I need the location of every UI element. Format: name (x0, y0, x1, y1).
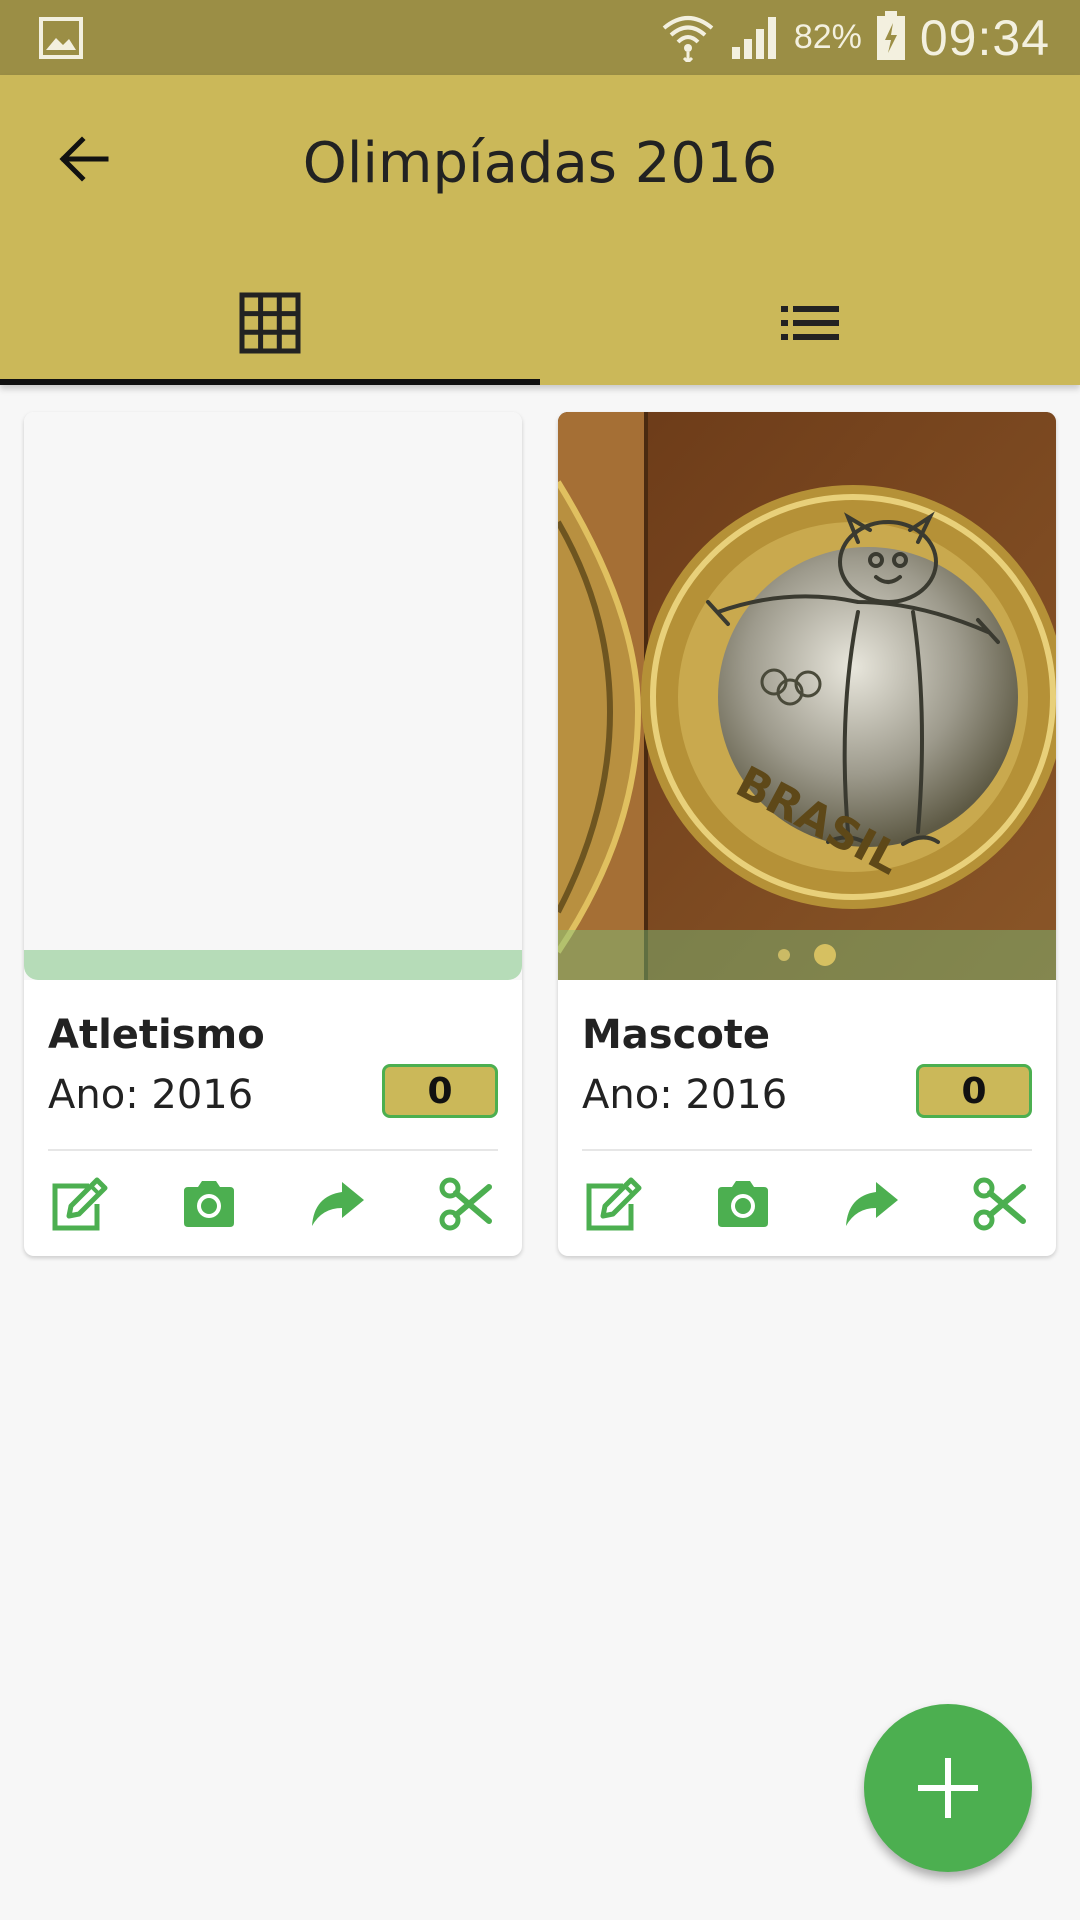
share-button[interactable] (305, 1172, 369, 1236)
clock: 09:34 (919, 9, 1050, 66)
card-actions (48, 1172, 498, 1236)
plus-icon (918, 1758, 978, 1818)
count-badge: 0 (916, 1064, 1032, 1118)
tab-list-view[interactable] (540, 260, 1080, 385)
card-title: Mascote (582, 1012, 771, 1058)
edit-icon (52, 1177, 108, 1231)
carousel-indicator[interactable] (558, 944, 1056, 966)
page-title: Olimpíadas 2016 (302, 131, 778, 196)
card-image-placeholder[interactable] (24, 412, 522, 980)
divider (582, 1149, 1032, 1151)
camera-icon (717, 1181, 768, 1227)
coin-photo[interactable]: BRASIL (558, 412, 1056, 980)
battery-percent: 82% (793, 18, 862, 56)
camera-icon (183, 1181, 234, 1227)
divider (48, 1149, 498, 1151)
card-actions (582, 1172, 1032, 1236)
album-card[interactable]: BRASIL Mascote Ano: 2016 0 (558, 412, 1056, 1256)
tab-grid-view[interactable] (0, 260, 540, 385)
carousel-dot[interactable] (778, 949, 790, 961)
gallery-icon (38, 16, 84, 60)
card-year: Ano: 2016 (582, 1072, 788, 1118)
scissors-icon (439, 1177, 492, 1231)
album-card[interactable]: Atletismo Ano: 2016 0 (24, 412, 522, 1256)
cut-button[interactable] (968, 1172, 1032, 1236)
image-indicator-band (24, 950, 522, 980)
share-button[interactable] (839, 1172, 903, 1236)
edit-icon (586, 1177, 642, 1231)
share-icon (312, 1182, 365, 1226)
camera-button[interactable] (711, 1172, 775, 1236)
wifi-icon (660, 10, 716, 66)
edit-button[interactable] (48, 1172, 112, 1236)
status-bar: 82% 09:34 (0, 0, 1080, 75)
grid-icon (239, 292, 301, 353)
cut-button[interactable] (434, 1172, 498, 1236)
share-icon (846, 1182, 899, 1226)
tab-indicator (0, 379, 540, 385)
add-button[interactable] (864, 1704, 1032, 1872)
camera-button[interactable] (177, 1172, 241, 1236)
card-year: Ano: 2016 (48, 1072, 254, 1118)
app-bar: Olimpíadas 2016 (0, 75, 1080, 385)
scissors-icon (973, 1177, 1026, 1231)
edit-button[interactable] (582, 1172, 646, 1236)
list-icon (781, 305, 839, 340)
card-title: Atletismo (48, 1012, 265, 1058)
signal-icon (730, 13, 780, 63)
battery-charging-icon (876, 10, 906, 65)
count-badge: 0 (382, 1064, 498, 1118)
carousel-dot-active[interactable] (814, 944, 836, 966)
